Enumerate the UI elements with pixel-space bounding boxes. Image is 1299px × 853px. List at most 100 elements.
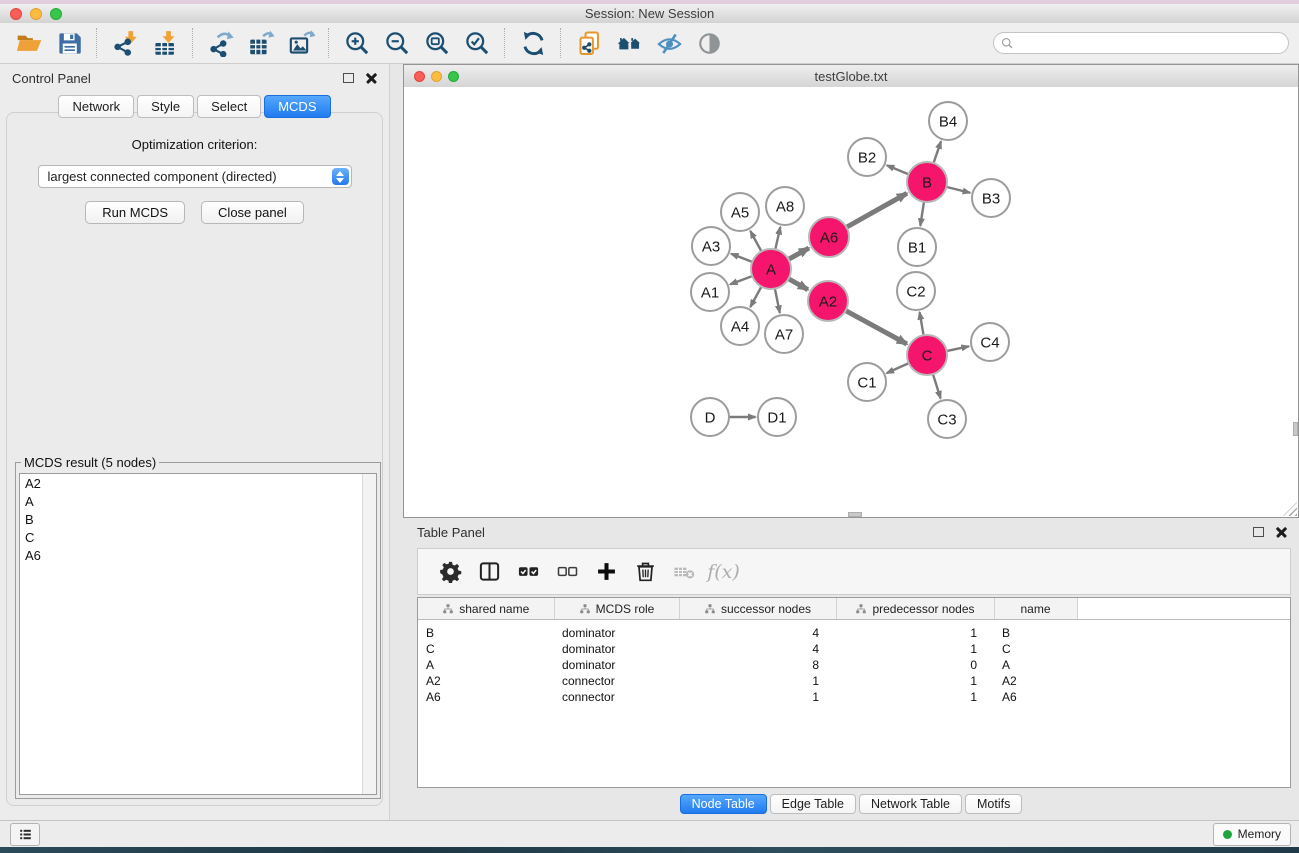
mcds-result-item[interactable]: A2: [20, 474, 376, 492]
app-titlebar[interactable]: Session: New Session: [0, 4, 1299, 24]
node-A5[interactable]: A5: [721, 193, 759, 231]
tab-mcds[interactable]: MCDS: [264, 95, 330, 118]
run-mcds-button[interactable]: Run MCDS: [85, 201, 185, 224]
clone-network-button[interactable]: [569, 26, 609, 60]
select-all-button[interactable]: [509, 553, 548, 591]
edge-A-A8[interactable]: [775, 227, 780, 249]
column-header-shared-name[interactable]: shared name: [418, 598, 554, 620]
split-panel-button[interactable]: [470, 553, 509, 591]
mcds-result-item[interactable]: A: [20, 492, 376, 510]
import-table-button[interactable]: [145, 26, 185, 60]
network-canvas[interactable]: AA1A2A3A4A5A6A7A8BB1B2B3B4CC1C2C3C4DD1: [404, 87, 1298, 517]
node-A8[interactable]: A8: [766, 187, 804, 225]
node-B4[interactable]: B4: [929, 102, 967, 140]
show-panels-button[interactable]: [689, 26, 729, 60]
node-A[interactable]: A: [751, 249, 791, 289]
edge-C-C3[interactable]: [933, 375, 941, 399]
edge-A-A6[interactable]: [789, 248, 809, 259]
tab-network[interactable]: Network: [58, 95, 134, 118]
mcds-result-list[interactable]: A2ABCA6: [19, 473, 377, 795]
deselect-all-button[interactable]: [548, 553, 587, 591]
tab-select[interactable]: Select: [197, 95, 261, 118]
create-column-button[interactable]: [587, 553, 626, 591]
import-network-button[interactable]: [105, 26, 145, 60]
memory-button[interactable]: Memory: [1213, 823, 1291, 846]
zoom-selected-button[interactable]: [457, 26, 497, 60]
edge-A-A3[interactable]: [731, 254, 752, 262]
edge-A-A1[interactable]: [730, 276, 752, 284]
show-all-networks-button[interactable]: [609, 26, 649, 60]
node-C3[interactable]: C3: [928, 400, 966, 438]
mcds-result-item[interactable]: C: [20, 528, 376, 546]
tab-edge-table[interactable]: Edge Table: [770, 794, 856, 814]
table-row-C[interactable]: Cdominator41C: [418, 641, 1290, 657]
edge-C-C1[interactable]: [887, 363, 909, 373]
tab-motifs[interactable]: Motifs: [965, 794, 1022, 814]
node-table[interactable]: shared nameMCDS rolesuccessor nodesprede…: [417, 597, 1291, 788]
close-panel-button[interactable]: Close panel: [201, 201, 304, 224]
node-A1[interactable]: A1: [691, 273, 729, 311]
node-C[interactable]: C: [907, 335, 947, 375]
task-history-button[interactable]: [10, 823, 40, 846]
export-table-button[interactable]: [241, 26, 281, 60]
save-session-button[interactable]: [49, 26, 89, 60]
edge-A-A2[interactable]: [789, 279, 808, 290]
result-list-scrollbar[interactable]: [362, 474, 376, 794]
node-A6[interactable]: A6: [809, 217, 849, 257]
node-B1[interactable]: B1: [898, 228, 936, 266]
export-image-button[interactable]: [281, 26, 321, 60]
float-table-panel-icon[interactable]: [1253, 527, 1264, 537]
node-B2[interactable]: B2: [848, 138, 886, 176]
mcds-result-item[interactable]: B: [20, 510, 376, 528]
table-row-A[interactable]: Adominator80A: [418, 657, 1290, 673]
edge-B-B2[interactable]: [887, 165, 908, 174]
network-window-titlebar[interactable]: testGlobe.txt: [404, 65, 1298, 88]
edge-A2-C[interactable]: [846, 311, 907, 344]
edge-C-C2[interactable]: [920, 312, 924, 335]
node-A4[interactable]: A4: [721, 307, 759, 345]
edge-B-B4[interactable]: [934, 141, 941, 162]
edge-B-B1[interactable]: [920, 202, 924, 226]
network-hscroll-thumb[interactable]: [848, 512, 862, 517]
search-input[interactable]: [1015, 33, 1282, 53]
node-A3[interactable]: A3: [692, 227, 730, 265]
edge-A-A4[interactable]: [750, 287, 761, 307]
node-C4[interactable]: C4: [971, 323, 1009, 361]
node-B3[interactable]: B3: [972, 179, 1010, 217]
search-box[interactable]: [993, 32, 1289, 54]
criterion-dropdown[interactable]: largest connected component (directed): [38, 165, 352, 188]
network-vscroll-thumb[interactable]: [1293, 422, 1298, 436]
edge-A6-B[interactable]: [847, 193, 907, 227]
edge-A-A7[interactable]: [775, 289, 780, 313]
table-row-B[interactable]: Bdominator41B: [418, 620, 1290, 642]
column-settings-button[interactable]: [431, 553, 470, 591]
column-header-name[interactable]: name: [994, 598, 1077, 620]
hide-panels-button[interactable]: [649, 26, 689, 60]
float-panel-icon[interactable]: [343, 73, 354, 83]
mcds-result-item[interactable]: A6: [20, 546, 376, 564]
open-session-button[interactable]: [9, 26, 49, 60]
tab-node-table[interactable]: Node Table: [680, 794, 767, 814]
node-B[interactable]: B: [907, 162, 947, 202]
table-row-A6[interactable]: A6connector11A6: [418, 689, 1290, 705]
column-header-successor-nodes[interactable]: successor nodes: [679, 598, 836, 620]
export-network-button[interactable]: [201, 26, 241, 60]
zoom-out-button[interactable]: [377, 26, 417, 60]
node-A7[interactable]: A7: [765, 315, 803, 353]
edge-C-C4[interactable]: [947, 346, 969, 351]
node-D[interactable]: D: [691, 398, 729, 436]
column-header-MCDS-role[interactable]: MCDS role: [554, 598, 679, 620]
apply-layout-button[interactable]: [513, 26, 553, 60]
zoom-in-button[interactable]: [337, 26, 377, 60]
column-header-predecessor-nodes[interactable]: predecessor nodes: [836, 598, 994, 620]
table-row-A2[interactable]: A2connector11A2: [418, 673, 1290, 689]
tab-network-table[interactable]: Network Table: [859, 794, 962, 814]
delete-column-button[interactable]: [626, 553, 665, 591]
node-D1[interactable]: D1: [758, 398, 796, 436]
close-table-panel-icon[interactable]: [1276, 527, 1287, 538]
node-C1[interactable]: C1: [848, 363, 886, 401]
zoom-fit-button[interactable]: [417, 26, 457, 60]
close-panel-icon[interactable]: [366, 73, 377, 84]
edge-B-B3[interactable]: [947, 187, 970, 193]
node-A2[interactable]: A2: [808, 281, 848, 321]
